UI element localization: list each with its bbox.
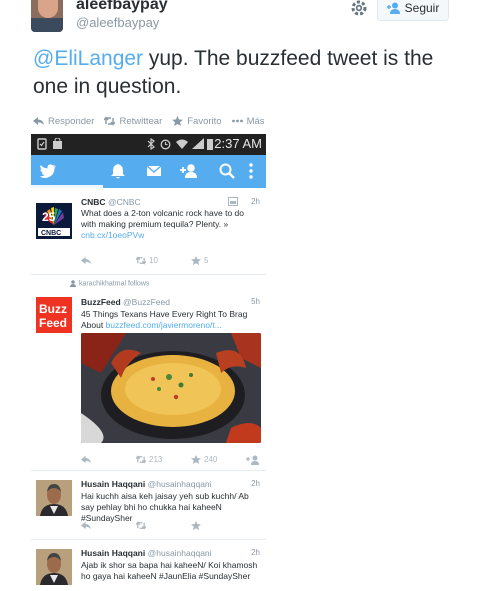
favorite-action[interactable]: Favorito	[172, 114, 222, 128]
bell-icon[interactable]	[109, 162, 127, 180]
add-user-icon	[386, 2, 400, 14]
reply-label: Responder	[48, 115, 95, 127]
retweet-icon	[136, 256, 146, 265]
avatar	[36, 480, 72, 516]
retweet-count[interactable]: 10	[136, 256, 158, 265]
tweet-link[interactable]: buzzfeed.com/javiermoreno/t...	[106, 320, 222, 330]
tweet-text: What does a 2-ton volcanic rock have to …	[81, 208, 245, 240]
retweet-action[interactable]: Retwittear	[104, 114, 162, 128]
reply-icon[interactable]	[81, 521, 91, 530]
timestamp: 2h	[251, 197, 260, 206]
follow-button[interactable]: Seguir	[377, 0, 449, 21]
buzzfeed-logo: Buzz Feed	[36, 297, 72, 333]
retweet-icon	[104, 116, 116, 126]
reply-icon[interactable]	[81, 256, 91, 265]
person-icon	[70, 280, 76, 287]
favorite-label: Favorito	[187, 115, 222, 127]
signal-icon	[192, 138, 204, 149]
tweet-link[interactable]: cnb.cx/1oeoPVw	[81, 230, 144, 240]
bluetooth-icon	[147, 138, 155, 150]
tweet-actions: 10 5	[81, 256, 261, 266]
reply-icon	[33, 117, 44, 125]
reply-icon[interactable]	[81, 455, 91, 464]
svg-text:CNBC: CNBC	[41, 230, 61, 237]
follow-button-label: Seguir	[404, 0, 440, 15]
timestamp: 2h	[251, 479, 260, 488]
battery-icon	[207, 139, 213, 150]
embedded-screenshot: 2:37 AM 25 CNBC CNBC @CNBC 2h What does …	[31, 134, 266, 591]
user-name[interactable]: aleefbaypay	[76, 0, 168, 14]
author-name[interactable]: Husain Haqqani @husainhaqqani	[81, 548, 212, 558]
svg-text:25: 25	[42, 210, 56, 224]
user-handle[interactable]: @aleefbaypay	[76, 15, 159, 30]
tweet-text: 45 Things Texans Have Every Right To Bra…	[81, 309, 248, 330]
alarm-icon	[160, 139, 171, 150]
favorite-count[interactable]: 5	[191, 256, 208, 265]
list-item[interactable]: karachikhatmal follows Buzz Feed BuzzFee…	[31, 275, 266, 471]
gear-icon[interactable]	[349, 0, 369, 18]
retweet-icon	[136, 455, 146, 464]
author-name[interactable]: CNBC @CNBC	[81, 197, 141, 207]
wifi-icon	[176, 139, 188, 149]
tweet-actions: 213 240	[81, 455, 261, 465]
more-dots-icon	[231, 119, 243, 123]
avatar[interactable]	[31, 0, 63, 32]
notification-icon	[37, 138, 47, 150]
add-user-icon[interactable]	[246, 455, 260, 465]
list-item[interactable]: Husain Haqqani @husainhaqqani 2h Hai kuc…	[31, 471, 266, 540]
reply-action[interactable]: Responder	[33, 114, 94, 128]
list-item[interactable]: Husain Haqqani @husainhaqqani 2h Ajab ik…	[31, 540, 266, 591]
tweet-actions: Responder Retwittear Favorito Más	[33, 114, 265, 128]
more-action[interactable]: Más	[231, 114, 265, 128]
photo-icon	[228, 197, 238, 206]
timestamp: 2h	[251, 548, 260, 557]
tweet-text: @EliLanger yup. The buzzfeed tweet is th…	[33, 45, 463, 101]
svg-text:Feed: Feed	[39, 316, 67, 330]
retweet-count[interactable]: 213	[136, 455, 162, 464]
star-icon	[191, 455, 201, 464]
twitter-bird-icon[interactable]	[39, 162, 57, 180]
tweet-text: Hai kuchh aisa keh jaisay yeh sub kuchh/…	[81, 491, 249, 523]
tweet-photo[interactable]	[81, 333, 261, 443]
star-icon	[172, 116, 184, 126]
add-user-icon[interactable]	[179, 162, 199, 180]
messages-icon[interactable]	[145, 162, 163, 180]
overflow-menu-icon[interactable]	[247, 162, 255, 180]
star-icon	[191, 256, 201, 265]
tweet-text: Ajab ik shor sa bapa hai kaheeN/ Koi kha…	[81, 560, 258, 581]
tweet-actions	[81, 521, 261, 531]
retweet-icon[interactable]	[136, 521, 146, 530]
svg-text:Buzz: Buzz	[39, 302, 67, 316]
twitter-app-bar	[31, 155, 266, 188]
tweet-header: aleefbaypay @aleefbaypay Seguir	[0, 0, 483, 40]
phone-status-bar: 2:37 AM	[31, 134, 266, 155]
cnbc-logo: 25 CNBC	[36, 203, 72, 239]
shop-icon	[53, 138, 62, 149]
list-item[interactable]: 25 CNBC CNBC @CNBC 2h What does a 2-ton …	[31, 188, 266, 275]
avatar	[36, 549, 72, 585]
tweet-mention[interactable]: @EliLanger	[33, 47, 143, 70]
author-name[interactable]: BuzzFeed @BuzzFeed	[81, 297, 170, 307]
search-icon[interactable]	[218, 162, 236, 180]
timestamp: 5h	[251, 297, 260, 306]
retweet-label: Retwittear	[119, 115, 163, 127]
star-icon[interactable]	[191, 521, 201, 530]
social-context: karachikhatmal follows	[69, 280, 149, 287]
phone-clock: 2:37 AM	[214, 136, 262, 151]
more-label: Más	[246, 115, 265, 127]
author-name[interactable]: Husain Haqqani @husainhaqqani	[81, 479, 212, 489]
favorite-count[interactable]: 240	[191, 455, 217, 464]
